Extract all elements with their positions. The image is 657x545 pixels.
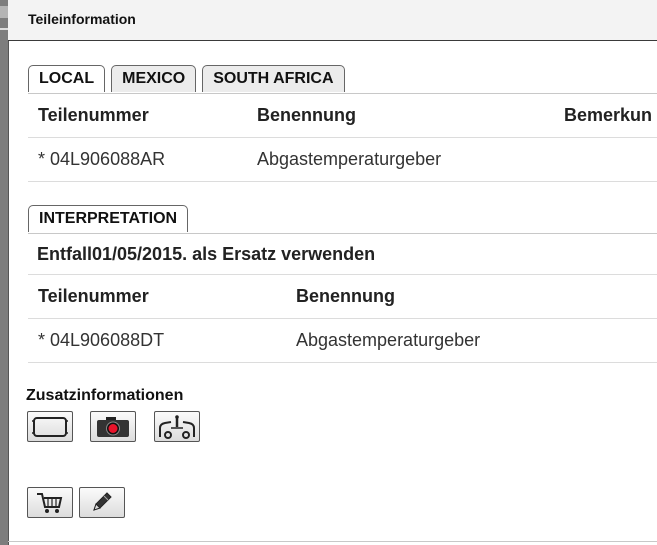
table-row[interactable]: * 04L906088AR Abgastemperaturgeber: [28, 138, 657, 182]
footer-divider: [8, 541, 657, 542]
tab-local[interactable]: LOCAL: [28, 65, 106, 92]
market-tabs: LOCAL MEXICO SOUTH AFRICA: [28, 65, 345, 92]
vehicle-icon: [159, 414, 195, 439]
frame-icon: [32, 416, 68, 437]
add-to-cart-button[interactable]: [27, 487, 73, 518]
left-edge-mark: [0, 6, 8, 18]
frame-button[interactable]: [27, 411, 73, 442]
part-number: * 04L906088DT: [38, 330, 165, 350]
pencil-icon: [93, 491, 112, 511]
dialog-title: Teileinformation: [28, 11, 136, 27]
edit-button[interactable]: [79, 487, 125, 518]
interpretation-note-row: Entfall01/05/2015. als Ersatz verwenden: [28, 234, 657, 275]
camera-icon: [97, 416, 129, 437]
part-number: * 04L906088AR: [38, 149, 166, 169]
left-edge-mark: [0, 28, 8, 30]
tab-south-africa[interactable]: SOUTH AFRICA: [202, 65, 345, 92]
tab-mexico[interactable]: MEXICO: [111, 65, 197, 92]
column-header-part-number: Teilenummer: [38, 286, 149, 306]
tab-interpretation[interactable]: INTERPRETATION: [28, 205, 189, 232]
cart-icon: [37, 492, 63, 513]
column-header-part-number: Teilenummer: [38, 105, 149, 125]
column-header-name: Benennung: [257, 105, 356, 125]
part-name: Abgastemperaturgeber: [296, 330, 481, 350]
interpretation-note: Entfall01/05/2015. als Ersatz verwenden: [37, 244, 376, 264]
table-header-row: Teilenummer Benennung: [28, 275, 657, 319]
column-header-name: Benennung: [296, 286, 395, 306]
table-row[interactable]: * 04L906088DT Abgastemperaturgeber: [28, 319, 657, 363]
column-header-remark: Bemerkun: [564, 105, 653, 125]
vehicle-button[interactable]: [154, 411, 200, 442]
additional-info-title: Zusatzinformationen: [26, 387, 184, 404]
interpretation-tabs: INTERPRETATION: [28, 205, 189, 232]
camera-button[interactable]: [90, 411, 136, 442]
part-name: Abgastemperaturgeber: [257, 149, 442, 169]
left-edge-strip: [0, 0, 9, 545]
dialog-title-bar: Teileinformation: [8, 0, 657, 41]
table-header-row: Teilenummer Benennung Bemerkun: [28, 94, 657, 138]
